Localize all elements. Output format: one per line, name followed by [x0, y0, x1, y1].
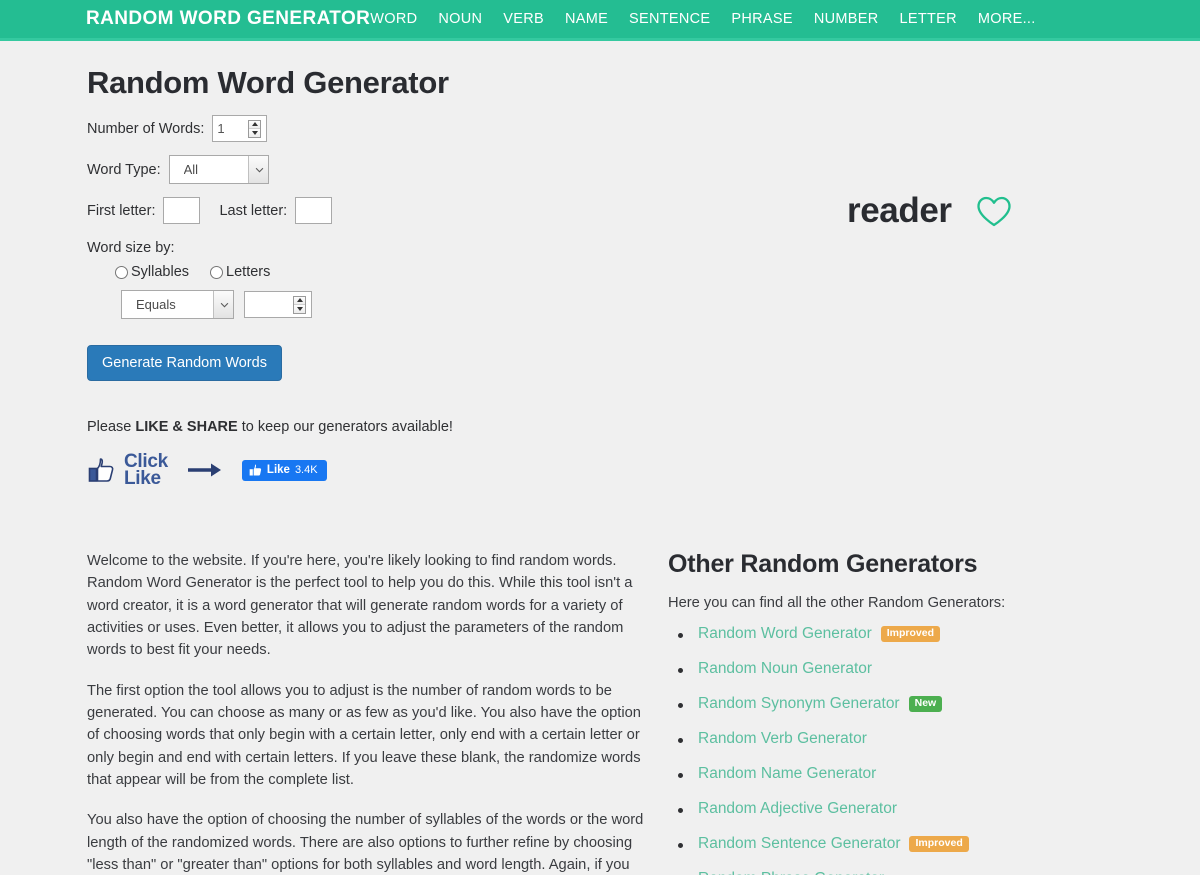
word-type-label: Word Type:: [87, 161, 161, 178]
status-badge: Improved: [880, 626, 941, 642]
list-item: Random Noun Generator: [668, 660, 1138, 678]
article-text-column: Welcome to the website. If you're here, …: [87, 550, 647, 875]
letters-row: First letter: Last letter:: [87, 197, 727, 224]
list-item: Random Synonym Generator New: [668, 695, 1138, 713]
other-generators-column: Other Random Generators Here you can fin…: [668, 550, 1138, 875]
click-like-graphic: Click Like: [87, 452, 168, 490]
thumbs-up-outline-icon: [88, 458, 114, 482]
word-type-row: Word Type: All: [87, 155, 727, 184]
site-header: RANDOM WORD GENERATOR WORD NOUN VERB NAM…: [0, 0, 1200, 41]
nav-item-noun[interactable]: NOUN: [438, 11, 482, 27]
generate-random-words-button[interactable]: Generate Random Words: [87, 345, 282, 381]
share-text-bold: LIKE & SHARE: [135, 419, 238, 435]
other-generators-title: Other Random Generators: [668, 549, 978, 578]
link-random-adjective-generator[interactable]: Random Adjective Generator: [698, 800, 897, 818]
other-generators-list: Random Word Generator Improved Random No…: [668, 625, 1138, 875]
share-text-before: Please: [87, 419, 136, 435]
list-item: Random Word Generator Improved: [668, 625, 1138, 643]
nav-item-letter[interactable]: LETTER: [899, 11, 956, 27]
facebook-like-button[interactable]: Like 3.4K: [241, 459, 327, 481]
word-type-select[interactable]: All: [168, 155, 269, 184]
generated-word: reader: [847, 191, 952, 230]
nav-item-phrase[interactable]: PHRASE: [731, 11, 792, 27]
lower-content: Welcome to the website. If you're here, …: [0, 550, 1200, 875]
bullet-icon: [678, 632, 683, 638]
word-size-input[interactable]: [244, 291, 312, 318]
nav-item-verb[interactable]: VERB: [503, 11, 544, 27]
nav-item-sentence[interactable]: SENTENCE: [629, 11, 710, 27]
link-random-sentence-generator[interactable]: Random Sentence Generator: [698, 835, 900, 853]
click-like-text: Click Like: [124, 452, 168, 490]
radio-syllables[interactable]: Syllables: [115, 264, 189, 280]
list-item: Random Verb Generator: [668, 730, 1138, 748]
link-random-name-generator[interactable]: Random Name Generator: [698, 765, 876, 783]
word-type-select-wrap[interactable]: All: [168, 155, 269, 184]
link-random-verb-generator[interactable]: Random Verb Generator: [698, 730, 867, 748]
click-like-line2: Like: [124, 468, 161, 490]
nav-item-more[interactable]: MORE...: [978, 11, 1036, 27]
word-size-stepper[interactable]: [244, 291, 312, 318]
link-random-synonym-generator[interactable]: Random Synonym Generator: [698, 695, 900, 713]
list-item: Random Sentence Generator Improved: [668, 835, 1138, 853]
radio-syllables-label: Syllables: [131, 264, 190, 280]
status-badge: New: [908, 696, 943, 712]
word-size-radio-group: Syllables Letters: [115, 264, 727, 280]
first-letter-label: First letter:: [87, 202, 156, 219]
list-item: Random Phrase Generator: [668, 870, 1138, 875]
status-badge: Improved: [909, 836, 969, 852]
other-generators-subtitle: Here you can find all the other Random G…: [668, 594, 1006, 611]
facebook-like-label: Like: [266, 464, 290, 477]
facebook-thumbs-up-icon: [249, 464, 262, 476]
page-title: Random Word Generator: [87, 65, 449, 100]
heart-icon[interactable]: [976, 195, 1012, 228]
radio-syllables-input[interactable]: [115, 265, 128, 279]
bullet-icon: [678, 807, 683, 813]
first-letter-input[interactable]: [163, 197, 201, 224]
article-paragraph-1: Welcome to the website. If you're here, …: [87, 552, 633, 659]
number-of-words-input[interactable]: [212, 115, 268, 142]
radio-letters-input[interactable]: [210, 265, 224, 279]
article-paragraph-3: You also have the option of choosing the…: [87, 812, 644, 874]
comparator-select-wrap[interactable]: Equals: [121, 290, 234, 319]
bullet-icon: [678, 772, 683, 778]
generator-top-area: Number of Words: Word Type: All: [0, 101, 1200, 490]
facebook-like-count: 3.4K: [294, 464, 318, 477]
radio-letters[interactable]: Letters: [210, 264, 270, 280]
last-letter-label: Last letter:: [219, 202, 288, 219]
word-size-by-label: Word size by:: [87, 240, 175, 256]
bullet-icon: [678, 842, 683, 848]
number-of-words-row: Number of Words:: [87, 115, 727, 142]
bullet-icon: [678, 667, 683, 673]
site-logo[interactable]: RANDOM WORD GENERATOR: [86, 8, 370, 30]
share-text-after: to keep our generators available!: [237, 419, 453, 435]
bullet-icon: [678, 702, 683, 708]
result-area: reader: [727, 101, 1200, 488]
link-random-word-generator[interactable]: Random Word Generator: [698, 625, 872, 643]
nav-item-name[interactable]: NAME: [565, 11, 608, 27]
list-item: Random Name Generator: [668, 765, 1138, 783]
number-of-words-label: Number of Words:: [87, 120, 205, 137]
word-size-controls-row: Equals: [121, 290, 727, 319]
main-navigation: WORD NOUN VERB NAME SENTENCE PHRASE NUMB…: [370, 11, 1185, 27]
last-letter-input[interactable]: [295, 197, 333, 224]
arrow-right-icon: [187, 463, 221, 477]
generator-form: Number of Words: Word Type: All: [87, 101, 727, 490]
nav-item-word[interactable]: WORD: [370, 11, 417, 27]
bullet-icon: [678, 737, 683, 743]
nav-item-number[interactable]: NUMBER: [814, 11, 879, 27]
like-share-text: Please LIKE & SHARE to keep our generato…: [87, 419, 727, 435]
link-random-noun-generator[interactable]: Random Noun Generator: [698, 660, 872, 678]
article-paragraph-2: The first option the tool allows you to …: [87, 682, 641, 789]
link-random-phrase-generator[interactable]: Random Phrase Generator: [698, 870, 884, 875]
like-widget-row: Click Like Like 3.4K: [87, 452, 727, 490]
comparator-select[interactable]: Equals: [121, 290, 234, 319]
radio-letters-label: Letters: [226, 264, 271, 280]
number-of-words-stepper[interactable]: [212, 115, 268, 142]
list-item: Random Adjective Generator: [668, 800, 1138, 818]
